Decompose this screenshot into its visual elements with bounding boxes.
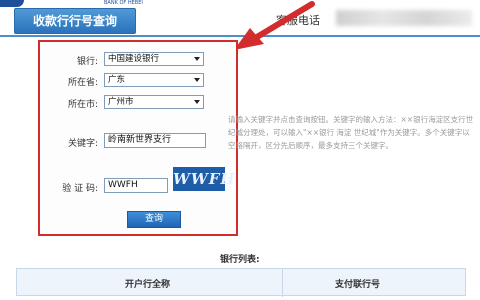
bank-select-value: 中国建设银行 xyxy=(108,54,160,64)
keyword-label: 关键字: xyxy=(67,139,98,149)
keyword-hint-text: 请输入关键字并点击查询按钮。关键字的输入方法：××银行海淀区支行世纪城分理处，可… xyxy=(228,115,474,150)
city-select[interactable]: 广州市 xyxy=(104,95,204,109)
province-label: 所在省: xyxy=(67,78,98,88)
blurred-phone-number xyxy=(336,10,472,26)
column-divider xyxy=(282,269,283,297)
captcha-label: 验 证 码: xyxy=(62,184,98,194)
city-select-value: 广州市 xyxy=(108,97,134,107)
bank-list-table-header: 开户行全称 支付联行号 xyxy=(16,268,466,297)
captcha-image[interactable]: WWFH xyxy=(173,167,235,191)
bank-name-en: BANK OF HEBEI xyxy=(104,0,143,6)
bank-label: 银行: xyxy=(76,57,98,67)
bank-list-title: 银行列表: xyxy=(220,255,260,265)
chevron-down-icon xyxy=(194,78,200,82)
province-select-value: 广东 xyxy=(108,75,126,85)
column-header-bank-code: 支付联行号 xyxy=(335,280,381,290)
chevron-down-icon xyxy=(194,57,200,61)
bank-logo-mark xyxy=(0,0,24,7)
province-select[interactable]: 广东 xyxy=(104,73,204,87)
tab-bank-code-query[interactable]: 收款行行号查询 xyxy=(14,8,136,34)
captcha-input[interactable]: WWFH xyxy=(104,178,168,193)
bank-select[interactable]: 中国建设银行 xyxy=(104,52,204,66)
keyword-input[interactable]: 岭南新世界支行 xyxy=(104,133,206,148)
column-header-branch-name: 开户行全称 xyxy=(125,280,171,290)
chevron-down-icon xyxy=(194,100,200,104)
red-arrow-annotation xyxy=(226,0,316,54)
query-button[interactable]: 查询 xyxy=(127,211,181,228)
city-label: 所在市: xyxy=(67,100,98,110)
